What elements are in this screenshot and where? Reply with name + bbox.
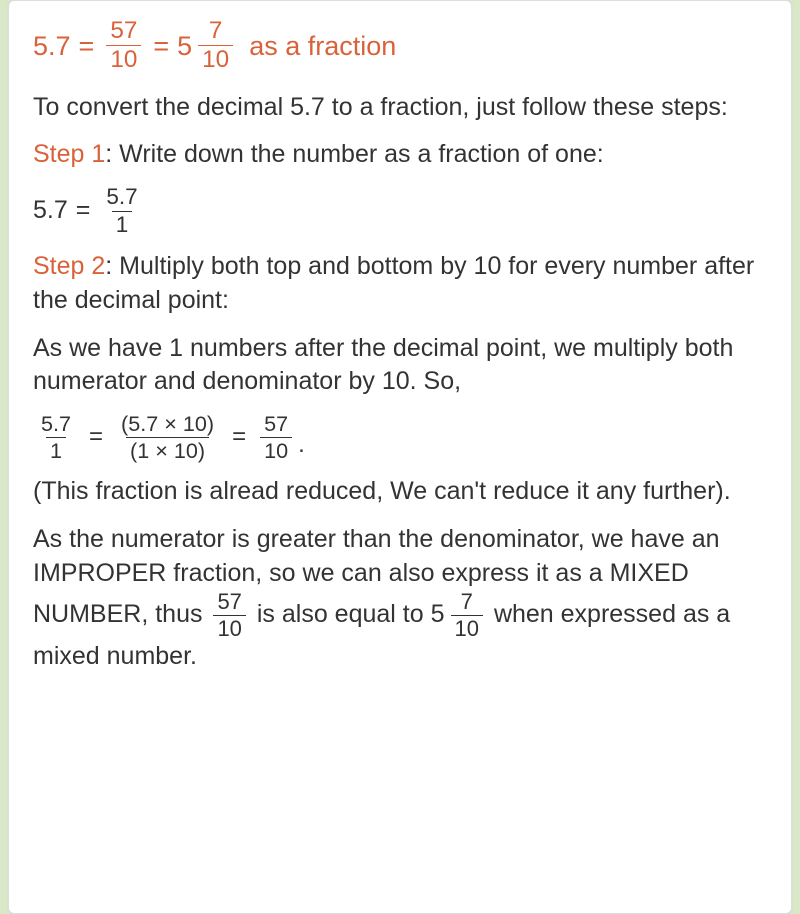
- mixed-whole: 5: [431, 598, 445, 632]
- mixed-whole: 5: [177, 28, 192, 64]
- fraction-numerator: 7: [205, 19, 227, 45]
- step1-equation: 5.7 = 5.7 1: [33, 186, 767, 236]
- fraction-numerator: 5.7: [37, 413, 75, 437]
- content-card: 5.7 = 57 10 = 5 7 10 as a fraction To co…: [8, 0, 792, 914]
- step2-frac-1: 5.7 1: [37, 413, 75, 461]
- fraction-numerator: 57: [213, 591, 245, 615]
- step1-fraction: 5.7 1: [102, 186, 141, 236]
- fraction-denominator: 10: [260, 437, 292, 462]
- fraction-denominator: 10: [213, 615, 245, 640]
- title-mixed-number: 5 7 10: [177, 19, 237, 73]
- improper-explanation: As the numerator is greater than the den…: [33, 523, 767, 673]
- improper-text-mid: is also equal to: [257, 600, 431, 628]
- equals-sign: =: [153, 28, 169, 64]
- step2-frac-2: (5.7 × 10) (1 × 10): [117, 413, 218, 461]
- fraction-denominator: 10: [106, 45, 141, 72]
- fraction-numerator: 5.7: [102, 186, 141, 211]
- improper-fraction: 57 10: [213, 591, 245, 640]
- equals-sign: =: [79, 28, 95, 64]
- step1-text: : Write down the number as a fraction of…: [105, 140, 603, 168]
- title-equation: 5.7 = 57 10 = 5 7 10 as a fraction: [33, 19, 767, 73]
- equals-sign: =: [232, 421, 246, 453]
- step2-equation: 5.7 1 = (5.7 × 10) (1 × 10) = 57 10 .: [33, 413, 767, 461]
- fraction-denominator: 10: [198, 45, 233, 72]
- reduced-note: (This fraction is alread reduced, We can…: [33, 475, 767, 509]
- step2-text: : Multiply both top and bottom by 10 for…: [33, 252, 754, 314]
- fraction-denominator: (1 × 10): [126, 437, 209, 462]
- title-suffix: as a fraction: [249, 28, 396, 64]
- equals-sign: =: [76, 194, 91, 228]
- step-label: Step 2: [33, 252, 105, 280]
- eq-lhs: 5.7: [33, 194, 68, 228]
- step2-heading: Step 2: Multiply both top and bottom by …: [33, 250, 767, 318]
- fraction-denominator: 1: [46, 437, 66, 462]
- fraction-numerator: 57: [260, 413, 292, 437]
- equals-sign: =: [89, 421, 103, 453]
- intro-text: To convert the decimal 5.7 to a fraction…: [33, 91, 767, 125]
- improper-mixed: 5 7 10: [431, 591, 487, 640]
- title-lhs: 5.7: [33, 28, 71, 64]
- fraction-denominator: 10: [451, 615, 483, 640]
- fraction-numerator: (5.7 × 10): [117, 413, 218, 437]
- step2-explain: As we have 1 numbers after the decimal p…: [33, 332, 767, 400]
- step2-frac-3: 57 10: [260, 413, 292, 461]
- step-label: Step 1: [33, 140, 105, 168]
- title-fraction: 57 10: [106, 19, 141, 73]
- fraction-denominator: 1: [112, 211, 133, 237]
- step1-heading: Step 1: Write down the number as a fract…: [33, 138, 767, 172]
- fraction-numerator: 57: [106, 19, 141, 45]
- period: .: [298, 429, 305, 461]
- mixed-fraction: 7 10: [198, 19, 233, 73]
- fraction-numerator: 7: [457, 591, 477, 615]
- mixed-fraction: 7 10: [451, 591, 483, 640]
